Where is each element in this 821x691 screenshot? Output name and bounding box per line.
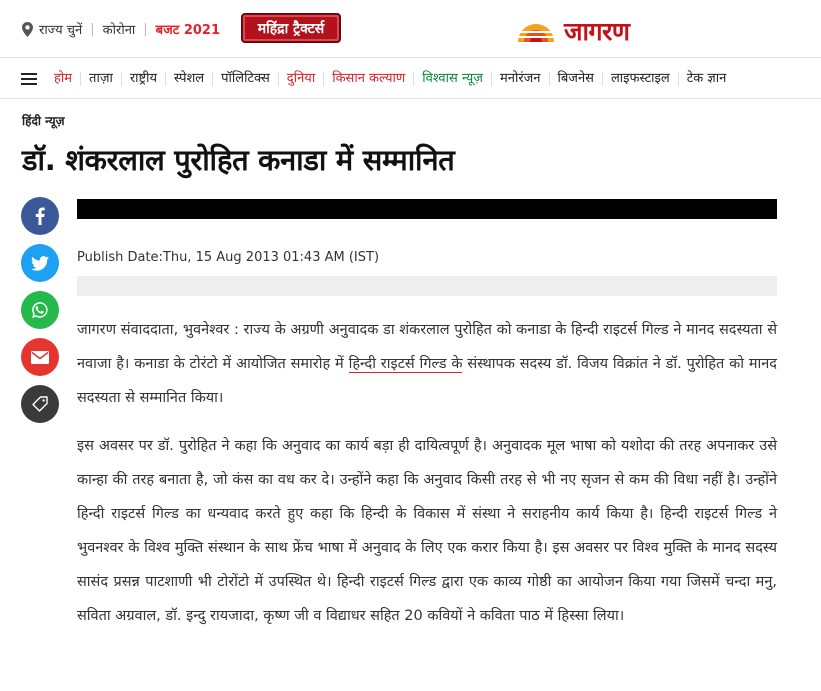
promo-label: महिंद्रा ट्रैक्टर्स <box>257 20 325 37</box>
article-body: जागरण संवाददाता, भुवनेश्वर : राज्य के अग… <box>77 313 777 647</box>
logo-text: जागरण <box>564 17 630 46</box>
nav-item-home[interactable]: होम <box>46 71 82 86</box>
publish-date: Publish Date:Thu, 15 Aug 2013 01:43 AM (… <box>77 250 380 265</box>
promo-banner[interactable]: महिंद्रा ट्रैक्टर्स <box>241 13 341 43</box>
top-bar: राज्य चुनें | कोरोना | बजट 2021 महिंद्रा… <box>0 0 821 58</box>
tag-icon <box>32 396 48 412</box>
hindi-writers-guild-link[interactable]: हिन्दी राइटर्स गिल्ड के <box>348 356 463 373</box>
email-icon <box>31 350 49 364</box>
ad-placeholder-bar <box>77 276 777 296</box>
nav-item-special[interactable]: स्पेशल <box>166 71 214 86</box>
divider: | <box>90 21 95 37</box>
nav-item-vishvas-news[interactable]: विश्वास न्यूज़ <box>414 71 492 86</box>
whatsapp-share-button[interactable] <box>21 291 59 329</box>
logo-sun-icon <box>514 24 558 42</box>
breadcrumb[interactable]: हिंदी न्यूज़ <box>22 112 65 129</box>
nav-item-world[interactable]: दुनिया <box>279 71 325 86</box>
corona-link[interactable]: कोरोना <box>103 20 136 38</box>
nav-item-lifestyle[interactable]: लाइफस्टाइल <box>603 71 679 86</box>
article-title: डॉ. शंकरलाल पुरोहित कनाडा में सम्मानित <box>22 143 455 177</box>
state-select-link[interactable]: राज्य चुनें <box>39 20 82 38</box>
hamburger-menu-icon[interactable] <box>21 72 37 85</box>
whatsapp-icon <box>32 302 48 318</box>
nav-item-business[interactable]: बिजनेस <box>550 71 603 86</box>
email-share-button[interactable] <box>21 338 59 376</box>
twitter-share-button[interactable] <box>21 244 59 282</box>
nav-item-farmer-welfare[interactable]: किसान कल्याण <box>324 71 415 86</box>
main-nav: होम ताज़ा राष्ट्रीय स्पेशल पॉलिटिक्स दुन… <box>0 59 821 99</box>
nav-item-national[interactable]: राष्ट्रीय <box>122 71 167 86</box>
budget-link[interactable]: बजट 2021 <box>156 20 220 38</box>
twitter-icon <box>31 255 49 271</box>
facebook-icon <box>35 207 45 225</box>
article-paragraph: इस अवसर पर डॉ. पुरोहित ने कहा कि अनुवाद … <box>77 438 777 624</box>
nav-item-politics[interactable]: पॉलिटिक्स <box>213 71 279 86</box>
article-paragraph: जागरण संवाददाता, भुवनेश्वर : राज्य के अग… <box>77 313 777 415</box>
divider: | <box>143 21 148 37</box>
nav-item-tech[interactable]: टेक ज्ञान <box>679 71 735 86</box>
nav-item-entertainment[interactable]: मनोरंजन <box>492 71 550 86</box>
ad-placeholder-bar <box>77 199 777 219</box>
nav-item-latest[interactable]: ताज़ा <box>81 71 122 86</box>
tag-share-button[interactable] <box>21 385 59 423</box>
location-pin-icon <box>22 21 33 37</box>
jagran-logo[interactable]: जागरण <box>514 12 660 46</box>
facebook-share-button[interactable] <box>21 197 59 235</box>
top-links: राज्य चुनें | कोरोना | बजट 2021 <box>22 20 220 38</box>
